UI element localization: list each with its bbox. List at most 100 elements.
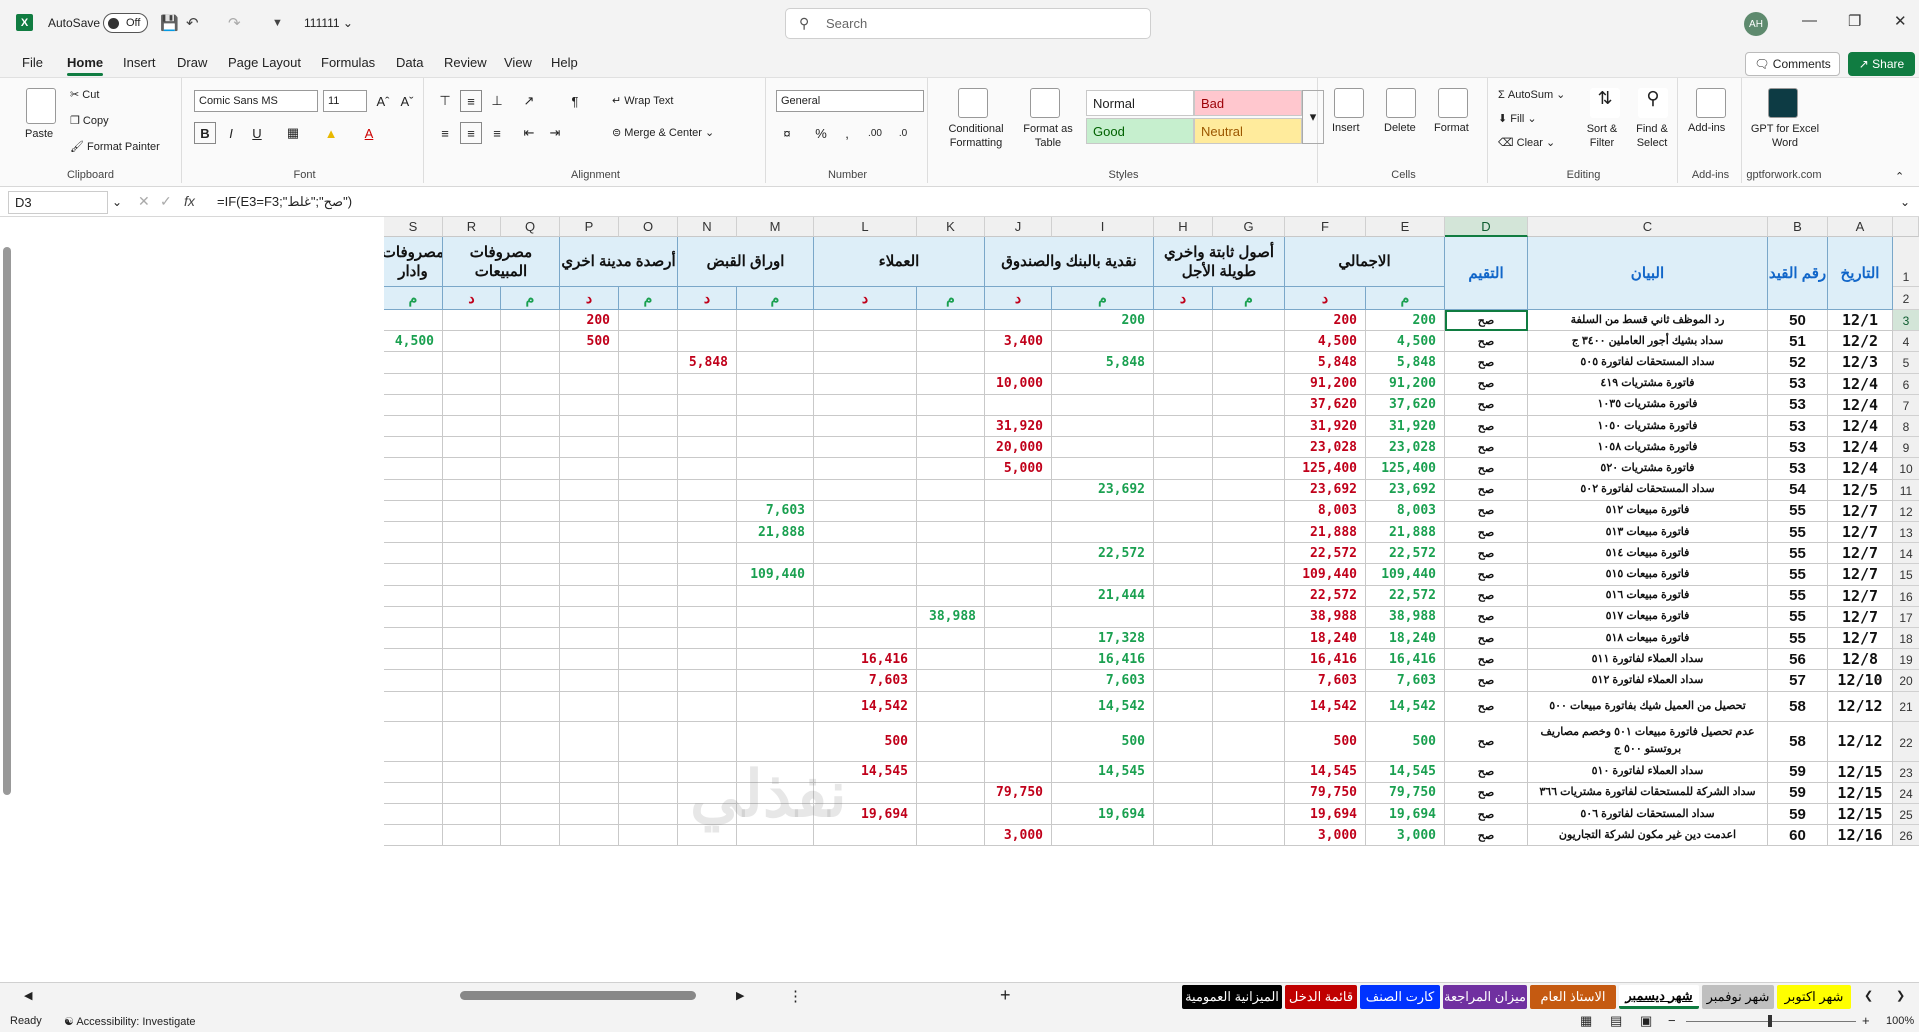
cell-q3[interactable] bbox=[501, 310, 560, 332]
cell-f15[interactable]: 109,440 bbox=[1285, 564, 1366, 586]
cell-m22[interactable] bbox=[737, 721, 814, 762]
cell-s7[interactable] bbox=[384, 394, 443, 416]
cell-d5[interactable]: صح bbox=[1445, 352, 1528, 374]
expand-formula-icon[interactable]: ⌄ bbox=[1900, 195, 1910, 209]
cell-g20[interactable] bbox=[1213, 670, 1285, 692]
header-e-f[interactable]: الاجمالي bbox=[1285, 237, 1445, 287]
cell-h8[interactable] bbox=[1154, 416, 1213, 438]
cell-g16[interactable] bbox=[1213, 585, 1285, 607]
cell-k16[interactable] bbox=[917, 585, 985, 607]
cell-l14[interactable] bbox=[814, 543, 917, 565]
cell-n14[interactable] bbox=[678, 543, 737, 565]
cell-e13[interactable]: 21,888 bbox=[1366, 522, 1445, 544]
merge-center-button[interactable]: ⊜ Merge & Center ⌄ bbox=[612, 126, 714, 139]
zoom-in-icon[interactable]: + bbox=[1862, 1013, 1870, 1028]
cell-d10[interactable]: صح bbox=[1445, 458, 1528, 480]
cell-f17[interactable]: 38,988 bbox=[1285, 606, 1366, 628]
cell-n22[interactable] bbox=[678, 721, 737, 762]
cell-r12[interactable] bbox=[443, 500, 501, 522]
cell-f10[interactable]: 125,400 bbox=[1285, 458, 1366, 480]
subheader-o[interactable]: م bbox=[619, 287, 678, 310]
paste-button[interactable]: Paste bbox=[25, 128, 53, 140]
number-format-select[interactable]: General bbox=[776, 90, 924, 112]
cell-b9[interactable]: 53 bbox=[1768, 437, 1828, 459]
cell-c8[interactable]: فاتورة مشتريات ١٠٥٠ bbox=[1528, 416, 1768, 438]
cell-k6[interactable] bbox=[917, 373, 985, 395]
cell-j24[interactable]: 79,750 bbox=[985, 782, 1052, 804]
cell-h21[interactable] bbox=[1154, 691, 1213, 722]
formula-input[interactable]: =IF(E3=F3;"صح";"غلط") bbox=[217, 194, 352, 210]
copy-button[interactable]: ❐ Copy bbox=[70, 114, 109, 127]
cell-e16[interactable]: 22,572 bbox=[1366, 585, 1445, 607]
cell-o17[interactable] bbox=[619, 606, 678, 628]
header-m-n[interactable]: اوراق القبض bbox=[678, 237, 814, 287]
header-k-l[interactable]: العملاء bbox=[814, 237, 985, 287]
tab-insert[interactable]: Insert bbox=[123, 55, 156, 70]
cell-a17[interactable]: 12/7 bbox=[1828, 606, 1893, 628]
cell-g18[interactable] bbox=[1213, 628, 1285, 650]
cell-j21[interactable] bbox=[985, 691, 1052, 722]
header-a[interactable]: التاريخ bbox=[1828, 237, 1893, 310]
column-header-H[interactable]: H bbox=[1154, 217, 1213, 237]
cell-r4[interactable] bbox=[443, 331, 501, 353]
tab-help[interactable]: Help bbox=[551, 55, 578, 70]
cell-s19[interactable] bbox=[384, 649, 443, 671]
cell-k20[interactable] bbox=[917, 670, 985, 692]
cell-f4[interactable]: 4,500 bbox=[1285, 331, 1366, 353]
cell-p25[interactable] bbox=[560, 804, 619, 826]
cell-i9[interactable] bbox=[1052, 437, 1154, 459]
cell-o19[interactable] bbox=[619, 649, 678, 671]
cell-s4[interactable]: 4,500 bbox=[384, 331, 443, 353]
font-size-select[interactable]: 11 bbox=[323, 90, 367, 112]
cell-m12[interactable]: 7,603 bbox=[737, 500, 814, 522]
cell-l19[interactable]: 16,416 bbox=[814, 649, 917, 671]
cell-g19[interactable] bbox=[1213, 649, 1285, 671]
cell-f13[interactable]: 21,888 bbox=[1285, 522, 1366, 544]
cell-g4[interactable] bbox=[1213, 331, 1285, 353]
cell-g15[interactable] bbox=[1213, 564, 1285, 586]
cell-o20[interactable] bbox=[619, 670, 678, 692]
cell-d14[interactable]: صح bbox=[1445, 543, 1528, 565]
format-as-table-button[interactable]: Format as Table bbox=[1018, 122, 1078, 150]
cell-m7[interactable] bbox=[737, 394, 814, 416]
avatar[interactable]: AH bbox=[1744, 12, 1768, 36]
cell-g14[interactable] bbox=[1213, 543, 1285, 565]
cell-b15[interactable]: 55 bbox=[1768, 564, 1828, 586]
format-painter-button[interactable]: 🖌 Format Painter bbox=[70, 140, 160, 153]
cell-e18[interactable]: 18,240 bbox=[1366, 628, 1445, 650]
cell-q11[interactable] bbox=[501, 479, 560, 501]
cell-e12[interactable]: 8,003 bbox=[1366, 500, 1445, 522]
cell-k4[interactable] bbox=[917, 331, 985, 353]
align-bottom-icon[interactable]: ⊥ bbox=[486, 90, 508, 112]
cell-m4[interactable] bbox=[737, 331, 814, 353]
cell-g24[interactable] bbox=[1213, 782, 1285, 804]
cut-button[interactable]: ✂ Cut bbox=[70, 88, 99, 101]
cell-f19[interactable]: 16,416 bbox=[1285, 649, 1366, 671]
cell-e25[interactable]: 19,694 bbox=[1366, 804, 1445, 826]
cell-e4[interactable]: 4,500 bbox=[1366, 331, 1445, 353]
cell-b24[interactable]: 59 bbox=[1768, 782, 1828, 804]
accessibility-status[interactable]: ☯ Accessibility: Investigate bbox=[64, 1015, 196, 1028]
cell-b10[interactable]: 53 bbox=[1768, 458, 1828, 480]
scroll-left-icon[interactable]: ◀ bbox=[24, 989, 32, 1002]
cell-r3[interactable] bbox=[443, 310, 501, 332]
cell-j4[interactable]: 3,400 bbox=[985, 331, 1052, 353]
cell-h16[interactable] bbox=[1154, 585, 1213, 607]
cell-k15[interactable] bbox=[917, 564, 985, 586]
cell-c18[interactable]: فاتورة مبيعات ٥١٨ bbox=[1528, 628, 1768, 650]
horizontal-scrollbar[interactable] bbox=[460, 991, 696, 1000]
row-header-20[interactable]: 20 bbox=[1893, 670, 1919, 692]
cell-b18[interactable]: 55 bbox=[1768, 628, 1828, 650]
cell-i25[interactable]: 19,694 bbox=[1052, 804, 1154, 826]
sheet-tab-3[interactable]: الاستاذ العام bbox=[1530, 985, 1616, 1009]
cell-a3[interactable]: 12/1 bbox=[1828, 310, 1893, 332]
cell-g6[interactable] bbox=[1213, 373, 1285, 395]
cell-j14[interactable] bbox=[985, 543, 1052, 565]
comments-button[interactable]: 🗨 Comments bbox=[1745, 52, 1840, 76]
cell-h14[interactable] bbox=[1154, 543, 1213, 565]
cell-e24[interactable]: 79,750 bbox=[1366, 782, 1445, 804]
cell-k13[interactable] bbox=[917, 522, 985, 544]
cell-n3[interactable] bbox=[678, 310, 737, 332]
cell-f8[interactable]: 31,920 bbox=[1285, 416, 1366, 438]
row-header-11[interactable]: 11 bbox=[1893, 479, 1919, 501]
